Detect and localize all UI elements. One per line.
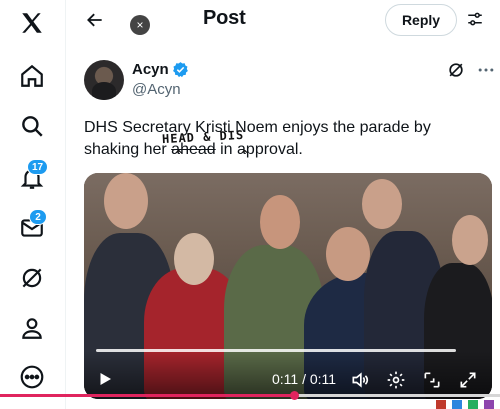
video-player[interactable]: 0:11 / 0:11 (84, 173, 492, 399)
notifications-badge: 17 (27, 159, 49, 175)
left-nav: 17 2 (0, 0, 66, 409)
notifications-icon[interactable]: 17 (12, 158, 52, 198)
volume-icon[interactable] (350, 370, 370, 390)
fullscreen-icon[interactable] (458, 370, 478, 390)
messages-icon[interactable]: 2 (12, 208, 52, 248)
person-head (104, 173, 148, 229)
sliders-icon[interactable] (466, 10, 484, 28)
tweet-line-1: DHS Secretary Kristi Noem enjoys the par… (84, 119, 431, 136)
person-head (362, 179, 402, 229)
home-icon[interactable] (12, 56, 52, 96)
verified-badge-icon (173, 62, 188, 78)
grok-explain-icon[interactable] (446, 60, 466, 80)
more-circle-icon[interactable] (12, 357, 52, 397)
insert-caret-mark: ^ (174, 148, 184, 161)
search-icon[interactable] (12, 106, 52, 146)
back-arrow-icon[interactable] (81, 6, 109, 34)
tray-icon[interactable] (436, 400, 446, 409)
video-time: 0:11 / 0:11 (272, 371, 337, 387)
close-icon[interactable]: × (130, 15, 150, 35)
video-progress-bar[interactable] (96, 349, 456, 352)
page-scrub-fill (0, 394, 295, 397)
tweet-text: DHS Secretary Kristi Noem enjoys the par… (84, 117, 484, 161)
tray-icon[interactable] (452, 400, 462, 409)
author-handle[interactable]: @Acyn (132, 81, 181, 98)
tray-icon[interactable] (468, 400, 478, 409)
tray-icon[interactable] (484, 400, 494, 409)
author-name[interactable]: Acyn (132, 61, 169, 78)
tweet-text-part: in approval. (215, 141, 303, 158)
profile-icon[interactable] (12, 308, 52, 348)
page-title: Post (203, 7, 246, 29)
grok-icon[interactable] (12, 258, 52, 298)
avatar[interactable] (84, 60, 124, 100)
picture-in-picture-icon[interactable] (422, 370, 442, 390)
reply-button[interactable]: Reply (385, 4, 457, 36)
tweet-line-2: shaking her ahead in approval. (84, 139, 484, 161)
person-head (260, 195, 300, 249)
play-icon[interactable] (96, 370, 114, 388)
person-head (326, 227, 370, 281)
messages-badge: 2 (29, 209, 47, 225)
post-header: Post × Reply (67, 0, 500, 42)
page-scrub-handle[interactable] (290, 391, 299, 400)
tweet-text-part: shaking her (84, 141, 172, 158)
more-options-icon[interactable] (476, 60, 496, 80)
person-head (174, 233, 214, 285)
x-logo-icon[interactable] (12, 3, 52, 43)
insert-caret-mark: ^ (240, 148, 250, 161)
settings-gear-icon[interactable] (386, 370, 406, 390)
person-head (452, 215, 488, 265)
